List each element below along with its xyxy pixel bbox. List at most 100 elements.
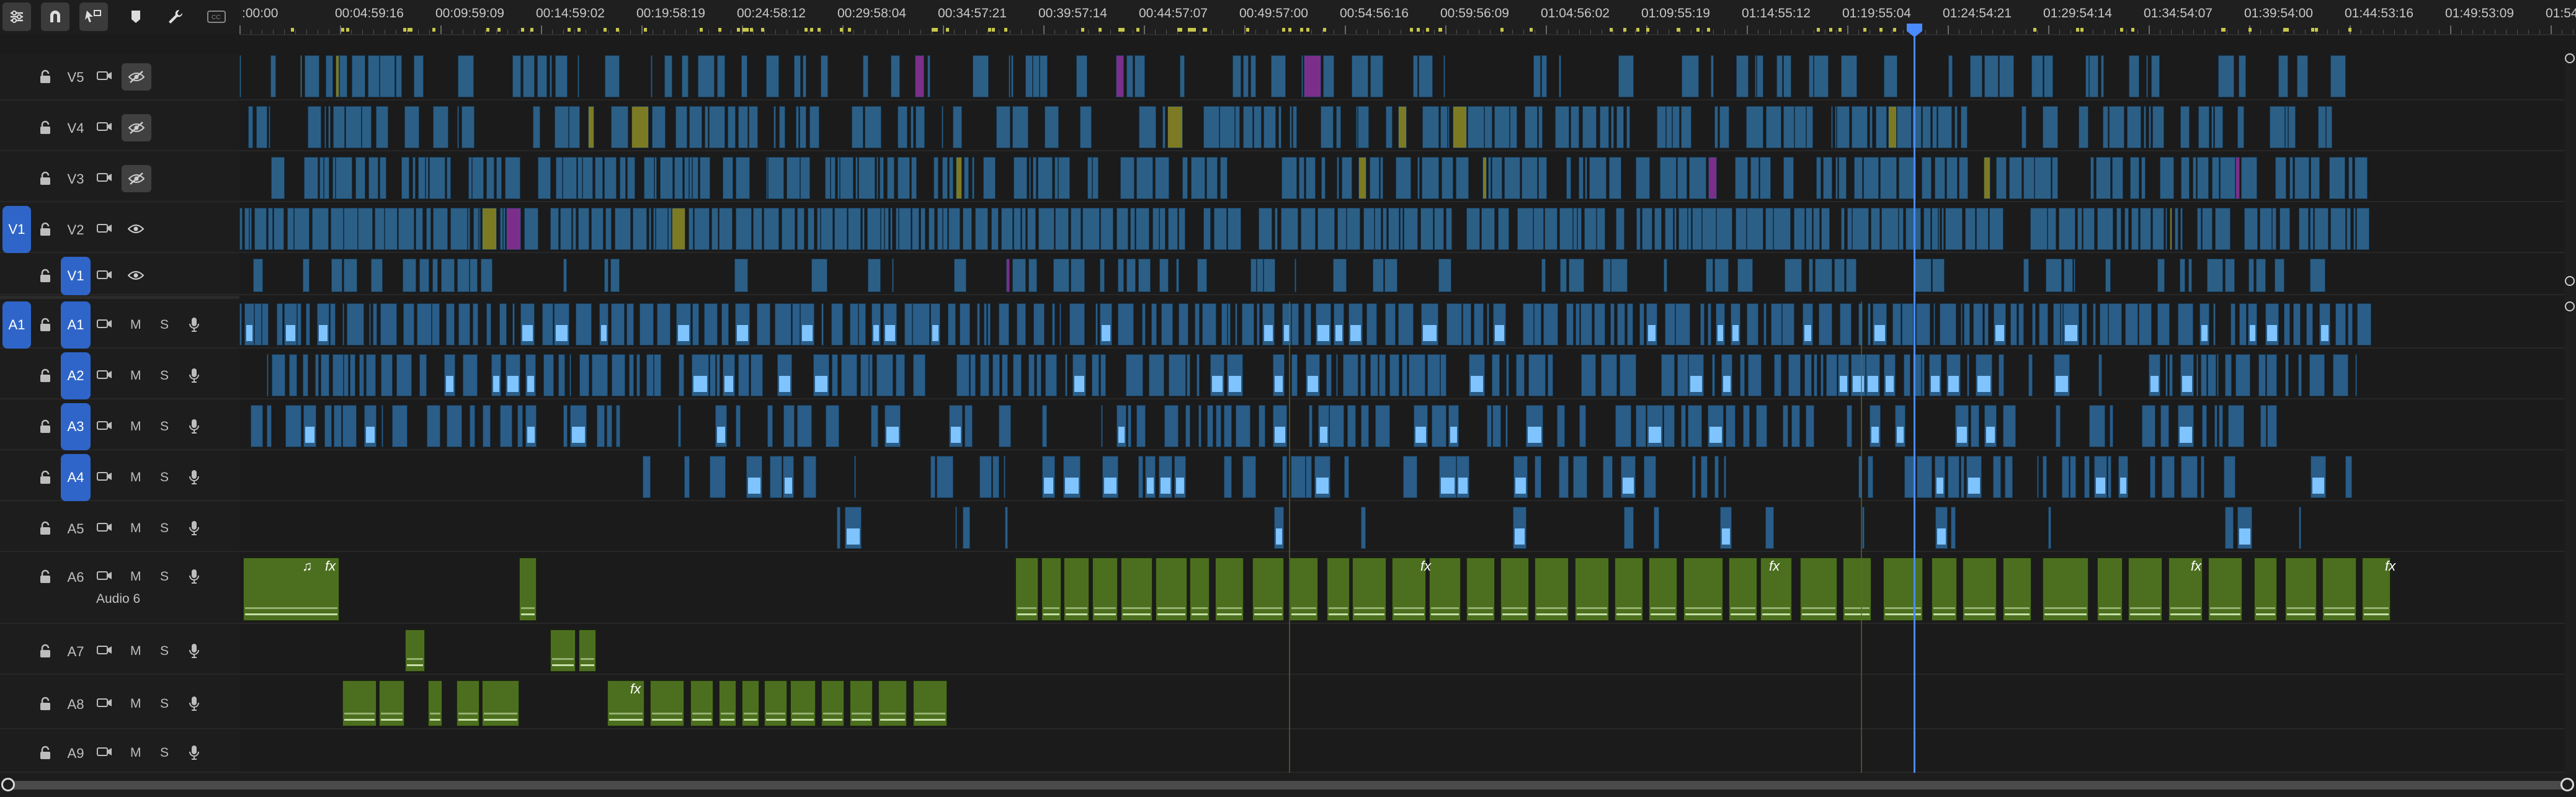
audio-clip[interactable] (1306, 456, 1312, 498)
audio-clip[interactable] (1427, 354, 1440, 396)
video-clip[interactable] (2310, 259, 2325, 292)
video-clip[interactable] (800, 157, 810, 199)
audio-clip[interactable] (289, 354, 297, 396)
mute-track-button[interactable]: M (130, 318, 141, 332)
ruler-marker[interactable] (1099, 28, 1102, 32)
video-clip[interactable] (1442, 157, 1453, 199)
audio-clip[interactable] (373, 303, 377, 345)
video-clip[interactable] (380, 55, 395, 97)
video-clip[interactable] (573, 208, 576, 250)
video-clip[interactable] (1611, 106, 1614, 148)
video-clip[interactable] (1006, 259, 1010, 292)
video-clip[interactable] (1250, 259, 1257, 292)
audio-clip[interactable] (1721, 354, 1732, 396)
sync-lock-icon[interactable] (97, 172, 113, 187)
audio-clip[interactable] (1505, 405, 1508, 447)
video-clip[interactable] (578, 208, 589, 250)
playhead-line[interactable] (1914, 24, 1915, 774)
audio-clip[interactable] (960, 303, 970, 345)
video-clip[interactable] (450, 208, 468, 250)
toggle-track-output-icon[interactable] (122, 114, 151, 141)
audio-clip[interactable] (2110, 405, 2113, 447)
ruler-marker[interactable] (2076, 28, 2079, 32)
audio-clip[interactable] (1615, 405, 1631, 447)
music-clip[interactable] (519, 558, 537, 621)
video-clip[interactable] (1582, 106, 1597, 148)
video-clip[interactable] (2149, 106, 2151, 148)
video-clip[interactable] (249, 208, 252, 250)
lock-track-icon[interactable] (38, 521, 53, 536)
ruler-marker[interactable] (2120, 28, 2123, 32)
audio-clip[interactable] (2309, 354, 2325, 396)
video-clip[interactable] (1001, 208, 1013, 250)
video-clip[interactable] (1932, 208, 1938, 250)
ruler-marker[interactable] (932, 28, 935, 32)
ruler-marker[interactable] (718, 28, 721, 32)
audio-clip[interactable] (1161, 303, 1173, 345)
audio-clip[interactable] (1708, 303, 1711, 345)
video-clip[interactable] (563, 259, 567, 292)
video-clip[interactable] (305, 55, 319, 97)
track-lane[interactable] (239, 505, 2576, 552)
audio-clip[interactable] (1851, 354, 1866, 396)
video-clip[interactable] (304, 157, 318, 199)
audio-clip[interactable] (2299, 507, 2301, 549)
audio-clip[interactable] (2201, 456, 2204, 498)
ruler-marker[interactable] (1323, 28, 1326, 32)
audio-clip[interactable] (1955, 405, 1969, 447)
video-clip[interactable] (418, 157, 426, 199)
video-clip[interactable] (1120, 157, 1134, 199)
audio-clip[interactable] (2063, 303, 2079, 345)
video-clip[interactable] (1736, 208, 1747, 250)
audio-clip[interactable] (1282, 456, 1287, 498)
audio-clip[interactable] (1174, 456, 1186, 498)
video-clip[interactable] (1014, 208, 1021, 250)
audio-clip[interactable] (1159, 456, 1172, 498)
audio-clip[interactable] (1513, 456, 1528, 498)
track-name-a6[interactable]: A6 (63, 569, 88, 586)
audio-clip[interactable] (2003, 405, 2016, 447)
video-clip[interactable] (1375, 208, 1381, 250)
video-clip[interactable] (1396, 157, 1411, 199)
audio-clip[interactable] (2260, 405, 2266, 447)
video-clip[interactable] (899, 208, 911, 250)
video-clip[interactable] (674, 157, 683, 199)
video-clip[interactable] (461, 106, 475, 148)
audio-clip[interactable] (1045, 354, 1057, 396)
audio-clip[interactable] (896, 354, 905, 396)
lock-track-icon[interactable] (38, 269, 53, 283)
video-clip[interactable] (1263, 106, 1276, 148)
audio-clip[interactable] (1375, 405, 1390, 447)
video-clip[interactable] (1626, 106, 1630, 148)
audio-clip[interactable] (1348, 303, 1363, 345)
video-clip[interactable] (1281, 157, 1297, 199)
audio-clip[interactable] (554, 303, 569, 345)
video-clip[interactable] (1821, 208, 1830, 250)
video-clip[interactable] (1765, 208, 1773, 250)
audio-clip[interactable] (1316, 303, 1331, 345)
ruler-marker[interactable] (432, 28, 435, 32)
video-clip[interactable] (649, 208, 651, 250)
audio-clip[interactable] (1935, 456, 1945, 498)
video-clip[interactable] (550, 55, 552, 97)
audio-clip[interactable] (1291, 354, 1298, 396)
audio-clip[interactable] (1273, 405, 1287, 447)
audio-clip[interactable] (1870, 405, 1881, 447)
video-clip[interactable] (2348, 157, 2353, 199)
video-clip[interactable] (1573, 208, 1577, 250)
video-clip[interactable] (503, 208, 506, 250)
timeline-tracks-area[interactable]: fx fx fx fx fx ♫ fx (239, 53, 2576, 773)
audio-clip[interactable] (792, 303, 800, 345)
video-clip[interactable] (1533, 208, 1544, 250)
video-clip[interactable] (1664, 259, 1667, 292)
video-clip[interactable] (912, 208, 919, 250)
video-clip[interactable] (749, 106, 758, 148)
video-clip[interactable] (271, 157, 285, 199)
audio-clip[interactable] (1646, 303, 1657, 345)
ruler-marker[interactable] (700, 28, 703, 32)
video-clip[interactable] (563, 157, 577, 199)
video-clip[interactable] (1071, 208, 1081, 250)
video-clip[interactable] (698, 55, 715, 97)
video-clip[interactable] (2152, 106, 2164, 148)
solo-track-button[interactable]: S (160, 746, 169, 760)
